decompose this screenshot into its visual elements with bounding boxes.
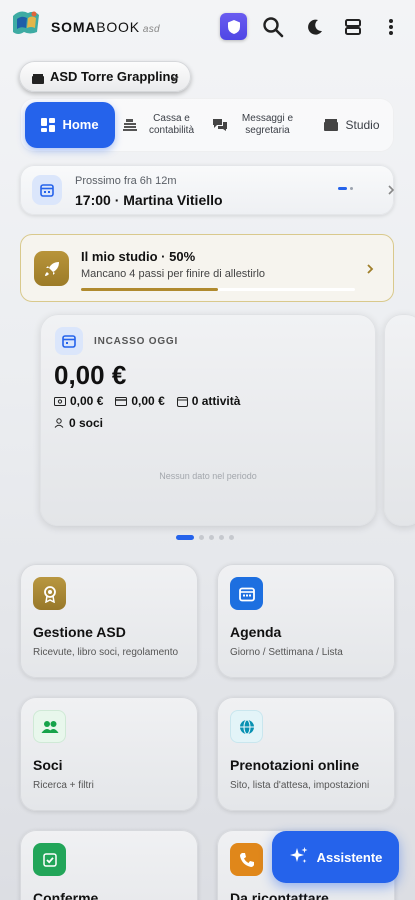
brand-light: BOOK — [96, 19, 140, 35]
tab-studio-label: Studio — [345, 118, 380, 132]
more-vertical-icon[interactable] — [378, 14, 404, 40]
kpi-members-value: 0 soci — [69, 416, 104, 430]
tile-prenotazioni-online[interactable]: Prenotazioni online Sito, lista d'attesa… — [217, 697, 395, 811]
credit-card-icon — [115, 396, 128, 406]
main-tabs: Home Cassa e contabilità Messaggi e segr… — [20, 98, 394, 152]
kpi-card-next[interactable] — [384, 314, 415, 526]
studio-subtitle: Mancano 4 passi per finire di allestirlo — [81, 268, 266, 280]
pager-dot[interactable] — [219, 535, 224, 540]
tile-title: Agenda — [230, 624, 282, 640]
pager-dot[interactable] — [199, 535, 204, 540]
calendar-icon — [55, 327, 83, 355]
kpi-label: INCASSO OGGI — [94, 336, 179, 347]
tile-subtitle: Ricerca + filtri — [33, 780, 94, 791]
pager-dot[interactable] — [176, 535, 194, 540]
studio-progress-fill — [81, 288, 218, 291]
tile-soci[interactable]: Soci Ricerca + filtri — [20, 697, 198, 811]
banknote-icon — [54, 396, 66, 406]
tab-cassa-label: Cassa e contabilità — [148, 113, 195, 136]
globe-icon — [230, 710, 263, 743]
brand-title: SOMABOOK asd — [51, 19, 160, 35]
next-event-pager — [338, 187, 353, 190]
next-event-title: 17:00 · Martina Vitiello — [75, 192, 223, 208]
rocket-icon — [34, 251, 69, 286]
assistant-button-label: Assistente — [316, 849, 383, 865]
tab-studio[interactable]: Studio — [312, 98, 392, 152]
calendar-icon — [32, 175, 62, 205]
kpi-card-today-income[interactable]: INCASSO OGGI 0,00 € 0,00 € 0,00 € 0 atti… — [40, 314, 376, 526]
next-event-subtitle: Prossimo fra 6h 12m — [75, 175, 177, 187]
org-selector[interactable]: ASD Torre Grappling — [19, 61, 191, 92]
search-icon[interactable] — [260, 14, 286, 40]
next-appointment-card[interactable]: Prossimo fra 6h 12m 17:00 · Martina Viti… — [20, 165, 396, 215]
tab-home-label: Home — [62, 117, 99, 132]
tab-messaggi[interactable]: Messaggi e segretaria — [208, 98, 304, 152]
calendar-icon — [176, 396, 188, 407]
calendar-icon — [230, 577, 263, 610]
tile-conferme[interactable]: Conferme — [20, 830, 198, 900]
pager-dot[interactable] — [229, 535, 234, 540]
moon-icon[interactable] — [302, 14, 328, 40]
brand-bold: SOMA — [51, 19, 97, 35]
pager-dot[interactable] — [209, 535, 214, 540]
kpi-cash: 0,00 € — [54, 394, 103, 408]
chevron-right-icon[interactable] — [386, 183, 396, 201]
layout-icon[interactable] — [340, 14, 366, 40]
top-bar: SOMABOOK asd — [0, 0, 415, 56]
studio-title: Il mio studio · 50% — [81, 249, 196, 264]
tile-subtitle: Giorno / Settimana / Lista — [230, 647, 343, 658]
shield-icon[interactable] — [220, 13, 247, 40]
kpi-cash-value: 0,00 € — [70, 394, 104, 408]
store-icon — [32, 72, 44, 84]
app-logo — [10, 8, 42, 38]
award-icon — [33, 577, 66, 610]
tile-agenda[interactable]: Agenda Giorno / Settimana / Lista — [217, 564, 395, 678]
tile-title: Soci — [33, 757, 63, 773]
dashboard-icon — [41, 118, 56, 132]
kpi-activities-value: 0 attività — [191, 394, 241, 408]
kpi-activities: 0 attività — [176, 394, 241, 408]
kpi-members: 0 soci — [54, 416, 103, 430]
kpi-empty-state: Nessun dato nel periodo — [159, 471, 257, 481]
users-icon — [33, 710, 66, 743]
cash-register-icon — [122, 118, 137, 132]
tab-home[interactable]: Home — [25, 102, 115, 148]
kpi-card-value: 0,00 € — [131, 394, 165, 408]
tab-cassa[interactable]: Cassa e contabilità — [118, 98, 204, 152]
tile-subtitle: Ricevute, libro soci, regolamento — [33, 647, 179, 658]
phone-icon — [230, 843, 263, 876]
chat-icon — [212, 118, 228, 132]
tile-title: Prenotazioni online — [230, 757, 360, 773]
store-icon — [324, 119, 339, 131]
org-selector-value: ASD Torre Grappling — [50, 69, 179, 84]
tile-subtitle: Sito, lista d'attesa, impostazioni — [230, 780, 370, 791]
check-icon — [33, 843, 66, 876]
brand-suffix: asd — [142, 24, 160, 35]
kpi-value: 0,00 € — [54, 360, 127, 390]
user-icon — [54, 418, 64, 428]
kpi-card: 0,00 € — [115, 394, 165, 408]
assistant-button[interactable]: Assistente — [272, 831, 399, 883]
studio-progress-bar — [81, 288, 355, 291]
tile-title: Gestione ASD — [33, 624, 126, 640]
sparkles-icon — [289, 846, 309, 869]
tile-title: Conferme — [33, 890, 99, 900]
tile-gestione-asd[interactable]: Gestione ASD Ricevute, libro soci, regol… — [20, 564, 198, 678]
chevron-down-icon — [170, 71, 180, 86]
carousel-pager[interactable] — [176, 535, 234, 540]
tile-title: Da ricontattare — [230, 890, 329, 900]
tab-messaggi-label: Messaggi e segretaria — [241, 113, 294, 136]
chevron-right-icon — [365, 262, 375, 280]
kpi-breakdown: 0,00 € 0,00 € 0 attività — [54, 394, 248, 408]
studio-setup-card[interactable]: Il mio studio · 50% Mancano 4 passi per … — [20, 234, 394, 302]
